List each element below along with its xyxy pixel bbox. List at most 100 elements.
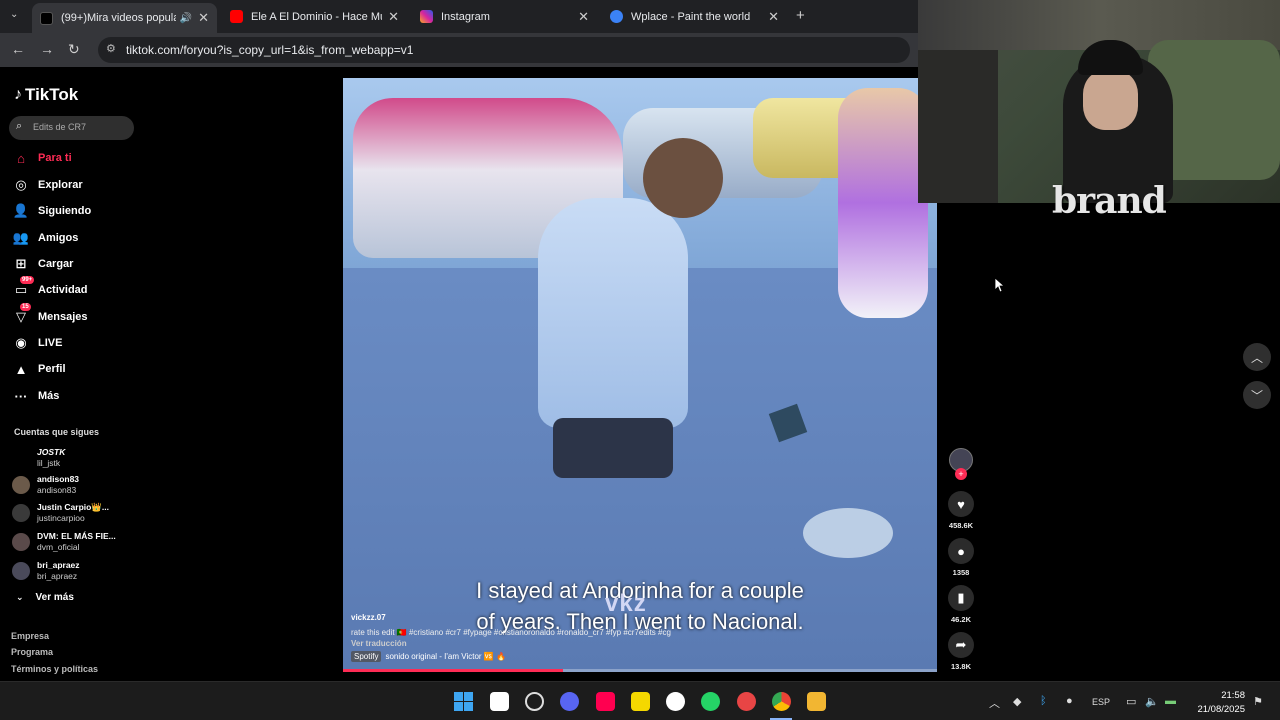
- site-info-icon[interactable]: ⚙: [106, 42, 116, 55]
- tiktok-logo[interactable]: ♪ TikTok: [14, 85, 78, 105]
- followed-account[interactable]: andison83 andison83: [12, 472, 79, 498]
- nav-label: Para ti: [38, 152, 72, 164]
- search-placeholder: Edits de CR7: [33, 122, 87, 132]
- home-icon: ⌂: [17, 150, 25, 166]
- video-player[interactable]: I stayed at Andorinha for a couple of ye…: [343, 78, 937, 672]
- microphone-icon[interactable]: ●: [1066, 695, 1073, 707]
- follow-plus-icon[interactable]: +: [955, 468, 967, 480]
- comment-count: 1358: [952, 568, 970, 577]
- tray-app-icon[interactable]: ◆: [1013, 695, 1021, 708]
- video-music[interactable]: Spotify sonido original - I'am Victor 🆚 …: [351, 651, 506, 662]
- forward-icon[interactable]: →: [40, 41, 54, 57]
- video-progress-fill: [343, 669, 563, 672]
- whatsapp-icon[interactable]: [701, 692, 720, 711]
- tray-chevron-up-icon[interactable]: ︿: [989, 695, 1000, 711]
- account-name: DVM: EL MÁS FIE...: [37, 531, 116, 541]
- footer-link-empresa[interactable]: Empresa: [11, 631, 49, 641]
- volume-icon[interactable]: 🔈: [1145, 695, 1159, 708]
- nav-mas[interactable]: ··· Más: [12, 386, 60, 406]
- browser-tab-bar: ⌄ (99+)Mira videos populares 🔊 ✕ Ele A E…: [0, 0, 918, 33]
- like-button[interactable]: ♥ 458.6K: [946, 491, 976, 530]
- save-button[interactable]: ▮ 46.2K: [946, 585, 976, 624]
- back-icon[interactable]: ←: [11, 41, 25, 57]
- tab-wplace[interactable]: Wplace - Paint the world ✕: [602, 4, 787, 29]
- close-tab-icon[interactable]: ✕: [768, 9, 779, 25]
- tab-youtube[interactable]: Ele A El Dominio - Hace Mucho ✕: [222, 4, 407, 29]
- see-translation-link[interactable]: Ver traducción: [351, 639, 407, 648]
- messages-icon: ▽ 15: [16, 303, 31, 324]
- video-description: rate this edit 🇵🇹 #cristiano #cr7 #fypag…: [351, 628, 671, 637]
- new-tab-icon[interactable]: +: [796, 7, 805, 24]
- nav-live[interactable]: ◉ LIVE: [12, 333, 62, 353]
- url-field[interactable]: ⚙ tiktok.com/foryou?is_copy_url=1&is_fro…: [98, 37, 910, 63]
- comment-icon: ●: [948, 538, 974, 564]
- followed-account[interactable]: DVM: EL MÁS FIE... dvm_oficial: [12, 529, 116, 555]
- tab-title: Ele A El Dominio - Hace Mucho: [251, 10, 382, 23]
- footer-link-terminos[interactable]: Términos y políticas: [11, 664, 98, 674]
- language-indicator[interactable]: ESP: [1092, 697, 1110, 707]
- nav-label: Explorar: [38, 179, 83, 191]
- like-count: 458.6K: [948, 521, 974, 530]
- tab-instagram[interactable]: Instagram ✕: [412, 4, 597, 29]
- followed-account[interactable]: JOSTK lil_jstk: [12, 445, 65, 471]
- app-icon[interactable]: [525, 692, 544, 711]
- account-handle: lil_jstk: [37, 458, 61, 468]
- nav-label: Siguiendo: [38, 205, 92, 217]
- tab-title: Instagram: [441, 10, 490, 23]
- bluetooth-icon[interactable]: ᛒ: [1040, 695, 1047, 707]
- clock-time: 21:58: [1221, 690, 1245, 701]
- nav-label: Cargar: [38, 258, 74, 270]
- system-clock[interactable]: 21:58 21/08/2025: [1190, 689, 1245, 717]
- nav-siguiendo[interactable]: 👤 Siguiendo: [12, 201, 91, 221]
- tab-title: (99+)Mira videos populares: [61, 12, 176, 24]
- tiktok-favicon-icon: [40, 11, 53, 25]
- notification-icon[interactable]: ⚑: [1253, 695, 1263, 708]
- nav-perfil[interactable]: ▲ Perfil: [12, 359, 66, 379]
- close-tab-icon[interactable]: ✕: [388, 9, 399, 25]
- followed-account[interactable]: bri_apraez bri_apraez: [12, 558, 80, 584]
- search-input[interactable]: ⌕ Edits de CR7: [9, 116, 134, 140]
- followed-account[interactable]: Justin Carpio👑... justincarpioo: [12, 500, 109, 526]
- sticky-notes-icon[interactable]: [631, 692, 650, 711]
- tab-search-icon[interactable]: ⌄: [10, 9, 18, 20]
- following-accounts-title: Cuentas que sigues: [14, 427, 100, 437]
- network-icon[interactable]: ▭: [1126, 695, 1136, 708]
- capcut-icon[interactable]: [490, 692, 509, 711]
- music-title: sonido original - I'am Victor 🆚 🔥: [385, 652, 506, 661]
- file-explorer-icon[interactable]: [807, 692, 826, 711]
- chat-app-icon[interactable]: [666, 692, 685, 711]
- windows-taskbar: ︿ ◆ ᛒ ● ESP ▭ 🔈 ▬ 21:58 21/08/2025 ⚑: [0, 681, 1280, 720]
- tiktok-app-icon[interactable]: [596, 692, 615, 711]
- previous-video-button[interactable]: ︿: [1243, 343, 1271, 371]
- webcam-face: [1083, 70, 1138, 130]
- see-more-label: Ver más: [35, 592, 74, 603]
- nav-actividad[interactable]: ▭ 99+ Actividad: [12, 276, 88, 300]
- chevron-up-icon: ︿: [1250, 350, 1263, 365]
- profile-icon: ▲: [14, 361, 28, 377]
- see-more-button[interactable]: ⌄ Ver más: [16, 592, 74, 603]
- activity-badge: 99+: [20, 276, 35, 284]
- todo-icon[interactable]: [737, 692, 756, 711]
- search-icon: ⌕: [16, 120, 23, 132]
- nav-para-ti[interactable]: ⌂ Para ti: [12, 148, 72, 168]
- nav-amigos[interactable]: 👥 Amigos: [12, 228, 78, 248]
- speaker-icon[interactable]: 🔊: [180, 13, 192, 24]
- next-video-button[interactable]: ﹀: [1243, 381, 1271, 409]
- footer-link-programa[interactable]: Programa: [11, 647, 53, 657]
- nav-mensajes[interactable]: ▽ 15 Mensajes: [12, 303, 88, 327]
- video-author[interactable]: vickzz.07: [351, 613, 386, 622]
- video-progress-bar[interactable]: [343, 669, 937, 672]
- discord-icon[interactable]: [560, 692, 579, 711]
- windows-start-icon[interactable]: [454, 692, 473, 711]
- close-tab-icon[interactable]: ✕: [578, 9, 589, 25]
- comment-button[interactable]: ● 1358: [946, 538, 976, 577]
- share-button[interactable]: ➦ 13.8K: [946, 632, 976, 671]
- close-tab-icon[interactable]: ✕: [198, 10, 209, 26]
- url-text: tiktok.com/foryou?is_copy_url=1&is_from_…: [126, 43, 414, 57]
- tab-tiktok[interactable]: (99+)Mira videos populares 🔊 ✕: [32, 3, 217, 33]
- nav-cargar[interactable]: ⊞ Cargar: [12, 254, 74, 274]
- battery-icon[interactable]: ▬: [1165, 695, 1176, 707]
- chrome-icon[interactable]: [772, 692, 791, 711]
- reload-icon[interactable]: ↻: [68, 41, 80, 58]
- nav-explorar[interactable]: ◎ Explorar: [12, 175, 83, 195]
